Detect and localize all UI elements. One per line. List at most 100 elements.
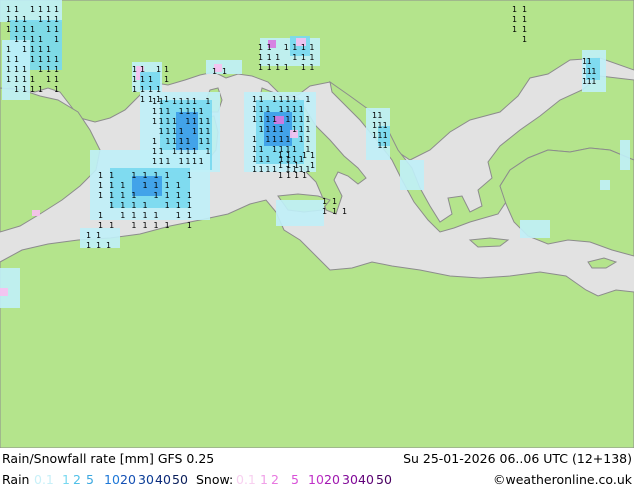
precip-marker: 1 bbox=[372, 121, 377, 130]
precip-marker: 1 bbox=[199, 127, 204, 136]
scale-value: 1 bbox=[62, 472, 70, 487]
precip-marker: 1 bbox=[30, 55, 35, 64]
precip-marker: 1 bbox=[172, 97, 177, 106]
precip-marker: 1 bbox=[14, 55, 19, 64]
credit-link[interactable]: ©weatheronline.co.uk bbox=[493, 472, 632, 487]
precip-marker: 1 bbox=[106, 241, 111, 250]
precip-marker: 1 bbox=[372, 131, 377, 140]
precip-marker: 1 bbox=[46, 45, 51, 54]
precip-marker: 1 bbox=[286, 151, 291, 160]
precip-marker: 1 bbox=[54, 25, 59, 34]
precip-marker: 1 bbox=[132, 85, 137, 94]
precip-marker: 1 bbox=[302, 151, 307, 160]
precip-marker: 1 bbox=[6, 45, 11, 54]
precip-marker: 1 bbox=[22, 45, 27, 54]
precip-marker: 1 bbox=[131, 201, 136, 210]
precip-marker: 1 bbox=[165, 171, 170, 180]
precip-marker: 1 bbox=[377, 141, 382, 150]
precip-marker: 1 bbox=[522, 25, 527, 34]
precip-marker: 1 bbox=[265, 115, 270, 124]
precip-marker: 1 bbox=[284, 63, 289, 72]
precip-marker: 1 bbox=[301, 63, 306, 72]
precip-marker: 1 bbox=[187, 201, 192, 210]
precip-marker: 1 bbox=[185, 157, 190, 166]
precip-marker: 1 bbox=[120, 211, 125, 220]
precip-marker: 1 bbox=[292, 115, 297, 124]
precip-marker: 1 bbox=[377, 121, 382, 130]
scale-value: 5 bbox=[291, 472, 299, 487]
precip-marker: 1 bbox=[278, 151, 283, 160]
precip-marker: 1 bbox=[140, 85, 145, 94]
precip-marker: 1 bbox=[259, 165, 264, 174]
precip-marker: 1 bbox=[165, 157, 170, 166]
precip-marker: 1 bbox=[165, 107, 170, 116]
precip-marker: 1 bbox=[86, 231, 91, 240]
precip-marker: 1 bbox=[165, 117, 170, 126]
precip-marker: 1 bbox=[259, 105, 264, 114]
precip-marker: 1 bbox=[259, 95, 264, 104]
precip-marker: 1 bbox=[185, 137, 190, 146]
precip-marker: 1 bbox=[156, 65, 161, 74]
precip-marker: 1 bbox=[205, 97, 210, 106]
precip-marker: 1 bbox=[30, 25, 35, 34]
precip-marker: 1 bbox=[199, 107, 204, 116]
precip-marker: 1 bbox=[252, 95, 257, 104]
precip-marker: 1 bbox=[286, 161, 291, 170]
precip-marker: 1 bbox=[284, 43, 289, 52]
scale-value: 2 bbox=[271, 472, 279, 487]
precip-marker: 1 bbox=[299, 115, 304, 124]
precip-area bbox=[276, 200, 324, 226]
precip-marker: 1 bbox=[286, 171, 291, 180]
precip-marker: 1 bbox=[54, 55, 59, 64]
precip-marker: 1 bbox=[14, 75, 19, 84]
precip-marker: 1 bbox=[265, 135, 270, 144]
precip-marker: 1 bbox=[176, 191, 181, 200]
precip-area bbox=[520, 220, 550, 238]
precip-marker: 1 bbox=[294, 171, 299, 180]
precip-marker: 1 bbox=[522, 5, 527, 14]
precip-marker: 1 bbox=[179, 97, 184, 106]
precip-marker: 1 bbox=[152, 157, 157, 166]
precip-marker: 1 bbox=[179, 137, 184, 146]
precip-marker: 1 bbox=[54, 35, 59, 44]
precip-marker: 1 bbox=[22, 35, 27, 44]
precip-marker: 1 bbox=[179, 157, 184, 166]
precip-marker: 1 bbox=[154, 191, 159, 200]
precip-marker: 1 bbox=[252, 135, 257, 144]
precip-marker: 1 bbox=[109, 221, 114, 230]
precip-marker: 1 bbox=[275, 63, 280, 72]
scale-value: 30 bbox=[342, 472, 358, 487]
precip-marker: 1 bbox=[259, 125, 264, 134]
map-datetime: Su 25-01-2026 06..06 UTC (12+138) bbox=[403, 451, 632, 466]
precip-marker: 1 bbox=[187, 171, 192, 180]
precip-marker: 1 bbox=[377, 131, 382, 140]
precip-marker: 1 bbox=[310, 151, 315, 160]
precip-marker: 1 bbox=[86, 241, 91, 250]
precip-marker: 1 bbox=[267, 53, 272, 62]
precip-marker: 1 bbox=[275, 53, 280, 62]
precip-marker: 1 bbox=[159, 147, 164, 156]
precip-marker: 1 bbox=[199, 117, 204, 126]
precip-marker: 1 bbox=[6, 25, 11, 34]
precip-marker: 1 bbox=[285, 115, 290, 124]
precip-marker: 1 bbox=[165, 191, 170, 200]
rain-legend-label: Rain bbox=[2, 472, 30, 487]
precip-marker: 1 bbox=[258, 63, 263, 72]
precip-marker: 1 bbox=[172, 147, 177, 156]
precip-marker: 1 bbox=[377, 111, 382, 120]
precip-marker: 1 bbox=[299, 135, 304, 144]
precip-marker: 1 bbox=[98, 191, 103, 200]
precip-marker: 1 bbox=[302, 171, 307, 180]
precip-marker: 1 bbox=[165, 137, 170, 146]
scale-value: 0.1 bbox=[236, 472, 256, 487]
precip-marker: 1 bbox=[265, 155, 270, 164]
precip-marker: 1 bbox=[132, 75, 137, 84]
precip-marker: 1 bbox=[259, 155, 264, 164]
precip-marker: 1 bbox=[131, 171, 136, 180]
precip-marker: 1 bbox=[332, 197, 337, 206]
precip-marker: 1 bbox=[185, 117, 190, 126]
precip-marker: 1 bbox=[159, 107, 164, 116]
precip-marker: 1 bbox=[332, 207, 337, 216]
scale-value: 0.1 bbox=[34, 472, 54, 487]
scale-value: 40 bbox=[155, 472, 171, 487]
